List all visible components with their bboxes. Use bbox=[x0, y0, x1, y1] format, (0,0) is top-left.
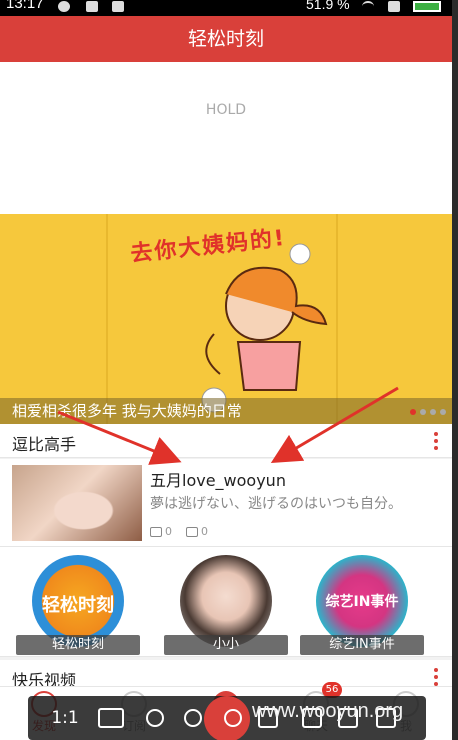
status-time: 13:17 bbox=[6, 0, 44, 12]
section-title: 逗比高手 bbox=[12, 435, 77, 454]
zoom-in-icon[interactable] bbox=[146, 709, 164, 727]
user-stats: 0 0 bbox=[150, 525, 208, 538]
image-icon bbox=[112, 1, 124, 12]
channel-art-text: 综艺IN事件 bbox=[325, 594, 399, 610]
user-name: 五月love_wooyun bbox=[150, 471, 286, 490]
pagination-dot[interactable] bbox=[440, 409, 446, 415]
zoom-out-icon[interactable] bbox=[184, 709, 202, 727]
bag-icon bbox=[86, 1, 98, 12]
pagination-dot[interactable] bbox=[430, 409, 436, 415]
book-icon bbox=[150, 526, 162, 537]
section-header-funny-masters: 逗比高手 bbox=[0, 424, 452, 458]
hold-placeholder: HOLD bbox=[0, 62, 452, 214]
channel-item[interactable]: 小小 bbox=[164, 555, 288, 655]
battery-percent: 51.9 % bbox=[306, 0, 350, 12]
channel-label: 综艺IN事件 bbox=[300, 635, 424, 655]
watermark-text: www.wooyun.org bbox=[252, 700, 404, 722]
banner-pagination bbox=[410, 409, 446, 415]
channel-label: 小小 bbox=[164, 635, 288, 655]
chat-icon bbox=[58, 1, 70, 12]
page-title: 轻松时刻 bbox=[187, 28, 264, 50]
comment-icon bbox=[186, 526, 198, 537]
comments-count: 0 bbox=[201, 525, 208, 538]
more-menu-icon[interactable] bbox=[434, 668, 438, 686]
channel-avatar[interactable]: 综艺IN事件 bbox=[316, 555, 408, 647]
channel-avatar[interactable]: 轻松时刻 bbox=[32, 555, 124, 647]
hold-text: HOLD bbox=[205, 102, 247, 118]
channel-item[interactable]: 轻松时刻 轻松时刻 bbox=[16, 555, 140, 655]
channel-item[interactable]: 综艺IN事件 综艺IN事件 bbox=[300, 555, 424, 655]
reads-count: 0 bbox=[165, 525, 172, 538]
fit-screen-icon[interactable] bbox=[98, 708, 124, 728]
zoom-actual-size-button[interactable]: 1:1 bbox=[50, 706, 80, 730]
cartoon-girl-illustration bbox=[201, 243, 328, 413]
app-header: 轻松时刻 bbox=[0, 16, 452, 62]
user-photo[interactable] bbox=[12, 465, 142, 541]
pagination-dot[interactable] bbox=[420, 409, 426, 415]
featured-user-card[interactable]: 五月love_wooyun 夢は逃げない、逃げるのはいつも自分。 0 0 bbox=[0, 459, 452, 547]
banner-carousel[interactable]: 去你大姨妈的! 相爱相杀很多年 我与大姨妈的日常 bbox=[0, 214, 452, 424]
banner-caption: 相爱相杀很多年 我与大姨妈的日常 bbox=[0, 398, 452, 424]
channel-art-text: 轻松时刻 bbox=[42, 595, 114, 616]
channel-avatar[interactable] bbox=[180, 555, 272, 647]
channel-circles: 轻松时刻 轻松时刻 小小 综艺IN事件 综艺IN事件 bbox=[0, 547, 452, 657]
screen-edge bbox=[452, 0, 458, 740]
comments-stat: 0 bbox=[186, 525, 208, 538]
signal-icon bbox=[388, 1, 400, 12]
user-description: 夢は逃げない、逃げるのはいつも自分。 bbox=[150, 496, 402, 512]
rotate-icon[interactable] bbox=[224, 709, 242, 727]
app-screen: 13:17 51.9 % 轻松时刻 HOLD 去你大姨妈的! 相爱相杀很多年 我… bbox=[0, 0, 452, 740]
reads-stat: 0 bbox=[150, 525, 172, 538]
battery-icon bbox=[413, 1, 441, 12]
status-bar: 13:17 51.9 % bbox=[0, 0, 452, 16]
more-menu-icon[interactable] bbox=[434, 432, 438, 450]
wifi-icon bbox=[362, 1, 374, 12]
pagination-dot[interactable] bbox=[410, 409, 416, 415]
channel-label: 轻松时刻 bbox=[16, 635, 140, 655]
